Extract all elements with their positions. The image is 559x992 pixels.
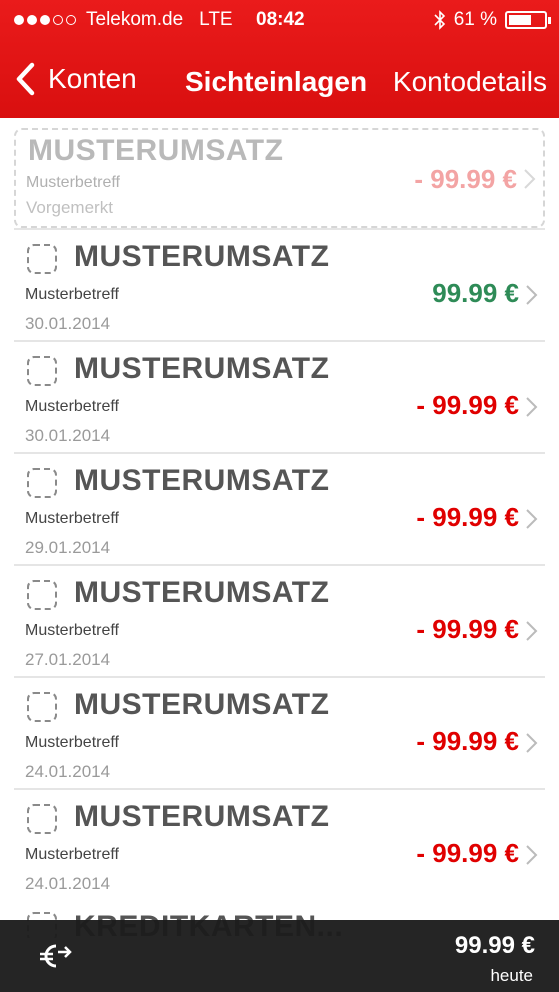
transaction-title: MUSTERUMSATZ	[74, 688, 330, 721]
status-bar: Telekom.de LTE 08:42 61 %	[0, 0, 559, 40]
transaction-title: MUSTERUMSATZ	[28, 134, 284, 167]
chevron-right-icon	[526, 397, 538, 417]
transaction-title: MUSTERUMSATZ	[74, 576, 330, 609]
transaction-amount: - 99.99 €	[416, 726, 519, 756]
transaction-row[interactable]: MUSTERUMSATZ Musterbetreff 29.01.2014 - …	[0, 452, 559, 564]
chevron-left-icon	[16, 62, 35, 96]
transaction-checkbox[interactable]	[27, 356, 57, 386]
status-time: 08:42	[256, 9, 305, 30]
account-details-button[interactable]: Kontodetails	[393, 66, 547, 98]
network-type: LTE	[199, 9, 233, 30]
transaction-subject: Musterbetreff	[26, 174, 120, 191]
balance-bar: 99.99 € heute	[0, 920, 559, 992]
transaction-amount: - 99.99 €	[416, 838, 519, 868]
transaction-checkbox[interactable]	[27, 692, 57, 722]
transaction-date: 24.01.2014	[25, 762, 111, 781]
transaction-subject: Musterbetreff	[25, 398, 119, 415]
transaction-row[interactable]: MUSTERUMSATZ Musterbetreff 27.01.2014 - …	[0, 564, 559, 676]
chevron-right-icon	[526, 509, 538, 529]
transaction-row[interactable]: MUSTERUMSATZ Musterbetreff 30.01.2014 99…	[0, 228, 559, 340]
transaction-amount: 99.99 €	[432, 278, 519, 308]
chevron-right-icon	[526, 285, 538, 305]
chevron-right-icon	[526, 621, 538, 641]
transaction-amount: - 99.99 €	[416, 390, 519, 420]
transaction-list: MUSTERUMSATZ Musterbetreff Vorgemerkt - …	[0, 118, 559, 900]
transaction-date: 30.01.2014	[25, 426, 111, 445]
transaction-checkbox[interactable]	[27, 804, 57, 834]
transaction-checkbox[interactable]	[27, 244, 57, 274]
battery-icon	[505, 11, 551, 29]
back-button-label: Konten	[48, 63, 137, 94]
transaction-title: MUSTERUMSATZ	[74, 352, 330, 385]
page-title: Sichteinlagen	[185, 66, 368, 97]
transaction-row[interactable]: MUSTERUMSATZ Musterbetreff 24.01.2014 - …	[0, 788, 559, 900]
transaction-checkbox[interactable]	[27, 468, 57, 498]
transaction-date: 27.01.2014	[25, 650, 111, 669]
total-balance: 99.99 €	[454, 932, 535, 959]
transaction-subject: Musterbetreff	[25, 510, 119, 527]
transaction-amount: - 99.99 €	[416, 614, 519, 644]
transaction-subject: Musterbetreff	[25, 622, 119, 639]
chevron-right-icon	[526, 845, 538, 865]
transaction-row-pending[interactable]: MUSTERUMSATZ Musterbetreff Vorgemerkt - …	[14, 128, 545, 228]
euro-transfer-icon[interactable]	[36, 938, 76, 974]
transaction-amount: - 99.99 €	[416, 502, 519, 532]
transaction-status: Vorgemerkt	[26, 198, 113, 217]
transaction-subject: Musterbetreff	[25, 286, 119, 303]
navigation-bar: Konten Sichteinlagen Kontodetails	[0, 40, 559, 118]
transaction-date: 24.01.2014	[25, 874, 111, 893]
chevron-right-icon	[524, 169, 536, 189]
transaction-date: 30.01.2014	[25, 314, 111, 333]
balance-date-label: heute	[490, 966, 533, 985]
bluetooth-icon	[434, 10, 445, 30]
transaction-amount: - 99.99 €	[414, 164, 517, 194]
battery-percentage: 61 %	[453, 9, 497, 30]
transaction-row[interactable]: MUSTERUMSATZ Musterbetreff 24.01.2014 - …	[0, 676, 559, 788]
transaction-row[interactable]: MUSTERUMSATZ Musterbetreff 30.01.2014 - …	[0, 340, 559, 452]
transaction-subject: Musterbetreff	[25, 734, 119, 751]
chevron-right-icon	[526, 733, 538, 753]
transaction-date: 29.01.2014	[25, 538, 111, 557]
transaction-checkbox[interactable]	[27, 580, 57, 610]
transaction-title: MUSTERUMSATZ	[74, 240, 330, 273]
header: Telekom.de LTE 08:42 61 % Konten Sichtei…	[0, 0, 559, 118]
signal-strength-icon	[14, 15, 76, 25]
carrier-name: Telekom.de	[86, 9, 184, 30]
transaction-title: MUSTERUMSATZ	[74, 800, 330, 833]
transaction-title: MUSTERUMSATZ	[74, 464, 330, 497]
back-button[interactable]: Konten	[14, 62, 137, 96]
transaction-subject: Musterbetreff	[25, 846, 119, 863]
